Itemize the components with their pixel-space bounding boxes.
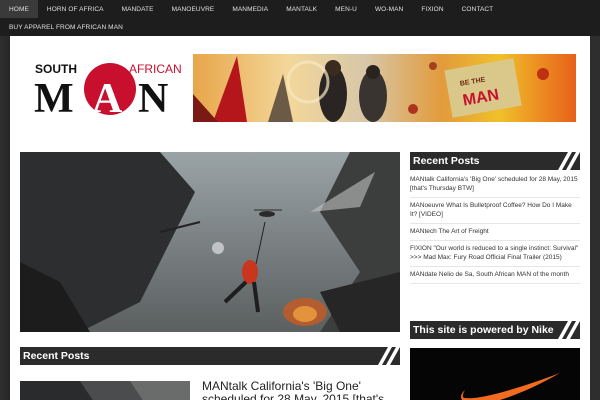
nav-item-buy-apparel[interactable]: BUY APPAREL FROM AFRICAN MAN xyxy=(0,18,132,36)
logo-word-african: AFRICAN xyxy=(129,62,182,76)
nav-item-manmedia[interactable]: MANMEDIA xyxy=(223,0,277,18)
main-content: Recent Posts MANtalk California's 'Big O… xyxy=(10,140,590,400)
nav-item-manoeuvre[interactable]: MANOEUVRE xyxy=(163,0,224,18)
sidebar-post-link[interactable]: MANoeuvre What Is Bulletproof Coffee? Ho… xyxy=(410,198,580,224)
featured-slider-image[interactable] xyxy=(20,152,400,332)
sidebar-post-link[interactable]: FIXION "Our world is reduced to a single… xyxy=(410,241,580,267)
nike-sponsor-banner[interactable] xyxy=(410,348,580,400)
post-title-link[interactable]: MANtalk California's 'Big One' scheduled… xyxy=(202,380,398,400)
nav-row-primary: HOME HORN OF AFRICA MANDATE MANOEUVRE MA… xyxy=(0,0,502,18)
page-background xyxy=(0,36,10,400)
banner-artwork: BE THE MAN xyxy=(193,54,576,122)
hero-falling-figure xyxy=(242,260,258,284)
sidebar-recent-posts-heading: Recent Posts xyxy=(410,152,580,170)
nav-item-mantalk[interactable]: MANTALK xyxy=(277,0,326,18)
post-thumbnail[interactable] xyxy=(20,381,190,400)
logo-letter-a: A xyxy=(92,76,123,116)
site-logo[interactable]: SOUTH AFRICAN M A N xyxy=(34,60,184,122)
nav-item-contact[interactable]: CONTACT xyxy=(453,0,503,18)
site-header: SOUTH AFRICAN M A N BE THE MAN xyxy=(10,36,590,140)
sidebar-post-link[interactable]: MANtalk California's 'Big One' scheduled… xyxy=(410,174,580,198)
nav-item-wo-man[interactable]: WO-MAN xyxy=(366,0,412,18)
main-recent-posts-heading: Recent Posts xyxy=(20,347,400,365)
heading-stripes-icon xyxy=(378,347,400,365)
main-navigation: HOME HORN OF AFRICA MANDATE MANOEUVRE MA… xyxy=(0,0,600,36)
nike-swoosh-icon xyxy=(460,373,560,400)
sidebar-post-link[interactable]: MANtech The Art of Freight xyxy=(410,224,580,241)
nav-item-home[interactable]: HOME xyxy=(0,0,38,18)
post-thumbnail-image xyxy=(20,381,190,400)
hero-helicopter xyxy=(259,211,275,217)
logo-word-south: SOUTH xyxy=(35,62,77,76)
main-recent-posts-title: Recent Posts xyxy=(23,350,90,362)
nav-item-fixion[interactable]: FIXION xyxy=(412,0,452,18)
heading-stripes-icon xyxy=(558,321,580,339)
sidebar-post-link[interactable]: MANdate Nelio de Sa, South African MAN o… xyxy=(410,267,580,284)
sidebar-recent-posts-list: MANtalk California's 'Big One' scheduled… xyxy=(410,174,580,284)
header-banner[interactable]: BE THE MAN xyxy=(193,54,576,122)
nav-row-secondary: BUY APPAREL FROM AFRICAN MAN xyxy=(0,18,132,36)
sidebar-recent-posts-title: Recent Posts xyxy=(413,155,480,167)
sidebar-powered-by-heading: This site is powered by Nike xyxy=(410,321,580,339)
nav-item-men-u[interactable]: MEN-U xyxy=(326,0,366,18)
nav-item-mandate[interactable]: MANDATE xyxy=(113,0,163,18)
heading-stripes-icon xyxy=(558,152,580,170)
nav-item-horn-of-africa[interactable]: HORN OF AFRICA xyxy=(38,0,113,18)
logo-letter-m: M xyxy=(34,76,74,116)
logo-letter-n: N xyxy=(138,76,168,116)
featured-image-art xyxy=(20,152,400,332)
sidebar-powered-by-title: This site is powered by Nike xyxy=(413,324,554,336)
site-logo-graphic: SOUTH AFRICAN M A N xyxy=(34,62,182,122)
